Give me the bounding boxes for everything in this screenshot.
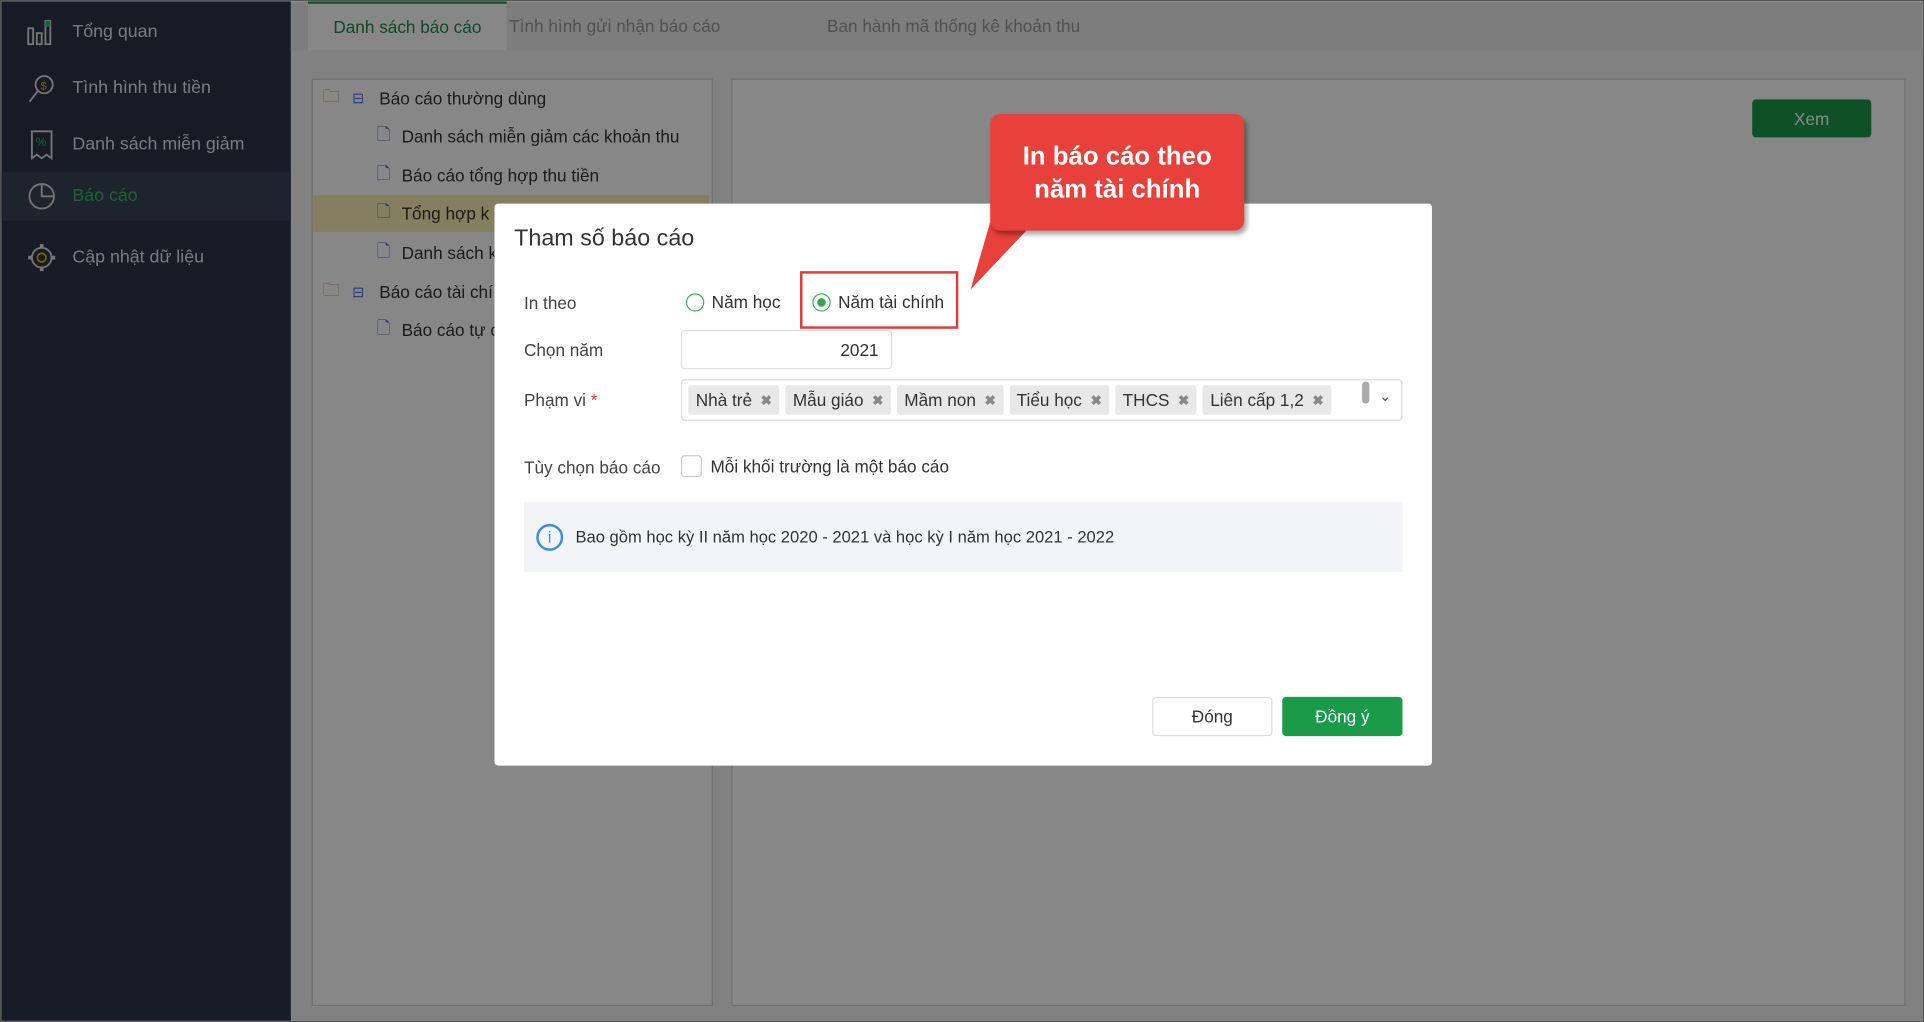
tag-label: Mẫu giáo (792, 390, 864, 410)
info-box: i Bao gồm học kỳ II năm học 2020 - 2021 … (523, 501, 1403, 572)
annotation-callout: In báo cáo theo năm tài chính (990, 114, 1245, 231)
remove-tag-icon[interactable]: ✖ (872, 392, 883, 408)
radio-unchecked-icon (685, 292, 705, 312)
scope-tag: Mẫu giáo ✖ (785, 385, 891, 415)
remove-tag-icon[interactable]: ✖ (1312, 392, 1323, 408)
pham-vi-label: Phạm vi * (524, 390, 598, 410)
scope-multiselect[interactable]: Nhà trẻ ✖ Mẫu giáo ✖ Mầm non ✖ Tiểu học ✖ TH… (681, 379, 1403, 421)
remove-tag-icon[interactable]: ✖ (1090, 392, 1101, 408)
remove-tag-icon[interactable]: ✖ (761, 392, 772, 408)
tuy-chon-label: Tùy chọn báo cáo (523, 457, 661, 478)
required-mark: * (590, 390, 598, 410)
scope-tag: Nhà trẻ ✖ (688, 385, 780, 415)
scope-tag: Tiểu học ✖ (1009, 385, 1110, 415)
info-text: Bao gồm học kỳ II năm học 2020 - 2021 và… (575, 527, 1115, 546)
tag-label: Tiểu học (1016, 390, 1082, 410)
checkbox-box (681, 455, 702, 478)
checkbox-label: Mỗi khối trường là một báo cáo (710, 456, 950, 477)
callout-line1: In báo cáo theo (1022, 141, 1212, 170)
per-block-checkbox[interactable]: Mỗi khối trường là một báo cáo (681, 455, 950, 478)
chevron-down-icon[interactable]: ⌄ (1379, 388, 1391, 405)
highlight-box (800, 271, 959, 329)
confirm-button[interactable]: Đồng ý (1282, 696, 1403, 737)
dialog-title: Tham số báo cáo (514, 225, 695, 252)
close-button[interactable]: Đóng (1152, 696, 1273, 737)
scope-tag: Mầm non ✖ (896, 385, 1004, 415)
year-input[interactable]: 2021 (681, 330, 893, 370)
scrollbar[interactable] (1362, 381, 1370, 404)
tag-label: THCS (1122, 390, 1170, 410)
scope-tag: Liên cấp 1,2 ✖ (1202, 385, 1332, 415)
tag-label: Liên cấp 1,2 (1210, 390, 1304, 410)
pham-vi-text: Phạm vi (523, 390, 587, 410)
radio-nam-hoc[interactable]: Năm học (685, 292, 781, 312)
info-icon: i (536, 523, 564, 551)
scope-tag: THCS ✖ (1115, 385, 1197, 415)
callout-line2: năm tài chính (1034, 174, 1201, 204)
radio-label: Năm học (711, 292, 781, 312)
remove-tag-icon[interactable]: ✖ (1178, 392, 1189, 408)
tag-label: Mầm non (904, 390, 976, 410)
tag-label: Nhà trẻ (695, 390, 753, 410)
remove-tag-icon[interactable]: ✖ (984, 392, 995, 408)
chon-nam-label: Chọn năm (523, 339, 604, 360)
in-theo-label: In theo (523, 293, 577, 313)
